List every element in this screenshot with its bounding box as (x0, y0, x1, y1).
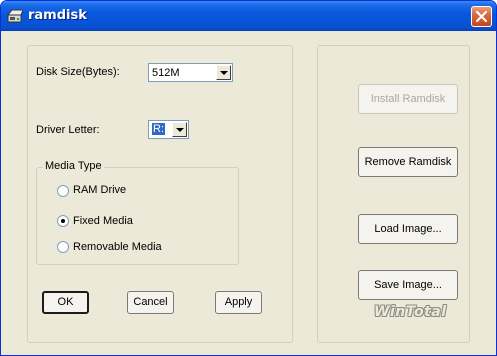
fixed-media-label[interactable]: Fixed Media (73, 215, 133, 227)
disk-size-value: 512M (152, 67, 180, 79)
driver-letter-value: R: (152, 123, 165, 135)
close-button[interactable] (471, 6, 492, 27)
remove-ramdisk-button[interactable]: Remove Ramdisk (358, 147, 458, 177)
chevron-down-icon (220, 71, 228, 75)
radio-selected-dot (61, 219, 65, 223)
disk-size-label: Disk Size(Bytes): (36, 66, 120, 78)
disk-size-dropdown-button[interactable] (216, 65, 231, 80)
load-image-button[interactable]: Load Image... (358, 214, 458, 244)
driver-letter-select[interactable]: R: (148, 120, 189, 139)
close-icon (476, 11, 487, 22)
disk-size-select[interactable]: 512M (148, 63, 233, 82)
cancel-button[interactable]: Cancel (127, 291, 174, 314)
ram-drive-radio[interactable] (57, 185, 69, 197)
ramdisk-window: ramdisk Disk Size(Bytes): 512M Driver Le… (0, 0, 497, 356)
save-image-button[interactable]: Save Image... (358, 270, 458, 300)
ok-button[interactable]: OK (42, 291, 89, 314)
driver-letter-label: Driver Letter: (36, 124, 100, 136)
ram-drive-label[interactable]: RAM Drive (73, 184, 126, 196)
removable-media-label[interactable]: Removable Media (73, 241, 162, 253)
removable-media-radio[interactable] (57, 241, 69, 253)
window-title: ramdisk (28, 8, 87, 23)
driver-letter-dropdown-button[interactable] (172, 122, 187, 137)
fixed-media-radio[interactable] (57, 215, 69, 227)
ramdisk-app-icon[interactable] (6, 8, 24, 24)
media-type-label: Media Type (43, 160, 104, 172)
wintotal-watermark: WinTotal (374, 304, 447, 320)
title-bar[interactable]: ramdisk (1, 1, 496, 31)
chevron-down-icon (176, 128, 184, 132)
apply-button[interactable]: Apply (215, 291, 262, 314)
install-ramdisk-button[interactable]: Install Ramdisk (358, 84, 458, 114)
